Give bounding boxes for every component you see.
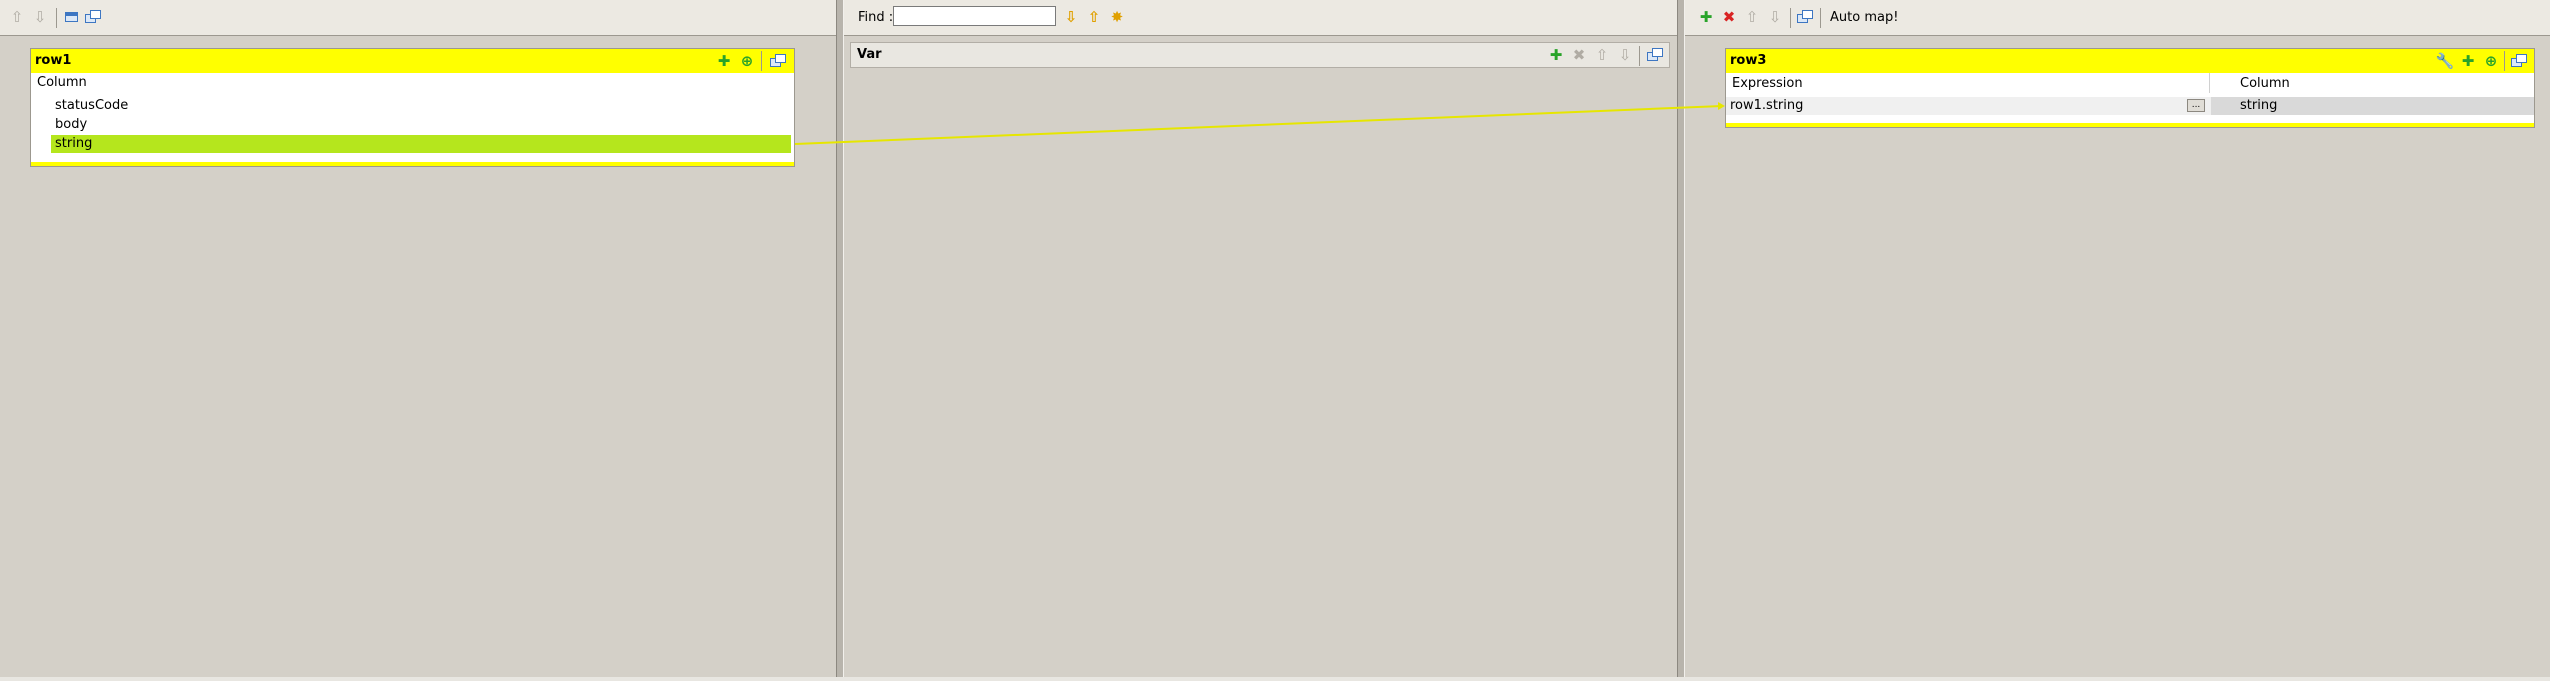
- var-title: Var: [857, 47, 882, 62]
- filter-add-icon[interactable]: ⊕: [738, 52, 756, 70]
- var-table: Var ✚ ✖ ⇧ ⇩: [850, 42, 1670, 68]
- input-panel: ⇧ ⇩ row1 ✚ ⊕ Column statusCode body stri…: [0, 0, 836, 677]
- highlight-all-icon[interactable]: ✸: [1108, 8, 1126, 26]
- window-icon[interactable]: [1646, 46, 1664, 64]
- move-up-icon[interactable]: ⇧: [1593, 46, 1611, 64]
- table-row[interactable]: row1.string ... string: [1726, 97, 2534, 115]
- window-icon[interactable]: [84, 8, 102, 26]
- settings-wrench-icon[interactable]: 🔧: [2436, 52, 2455, 70]
- move-up-icon[interactable]: ⇧: [1743, 8, 1761, 26]
- add-output-icon[interactable]: ✚: [1697, 8, 1715, 26]
- find-previous-icon[interactable]: ⇧: [1085, 8, 1103, 26]
- output-table-title[interactable]: row3 🔧 ✚ ⊕: [1726, 49, 2534, 73]
- bottom-border: [0, 677, 2550, 681]
- input-table-title[interactable]: row1 ✚ ⊕: [31, 49, 794, 73]
- move-down-icon[interactable]: ⇩: [1766, 8, 1784, 26]
- move-up-icon[interactable]: ⇧: [8, 8, 26, 26]
- header-divider: [2209, 73, 2210, 93]
- input-table-name: row1: [35, 53, 72, 68]
- find-next-icon[interactable]: ⇩: [1062, 8, 1080, 26]
- add-column-icon[interactable]: ✚: [2459, 52, 2477, 70]
- column-name: string: [55, 136, 93, 151]
- output-toolbar: ✚ ✖ ⇧ ⇩ Auto map!: [1685, 0, 2550, 36]
- column-value: string: [2240, 98, 2278, 113]
- filter-add-icon[interactable]: ⊕: [2482, 52, 2500, 70]
- splitter-left[interactable]: [836, 0, 844, 677]
- table-row[interactable]: statusCode: [51, 97, 791, 115]
- output-table-name: row3: [1730, 53, 1767, 68]
- find-input[interactable]: [893, 6, 1056, 26]
- column-name: body: [55, 117, 88, 132]
- find-label: Find :: [858, 10, 894, 25]
- toolbar-separator: [1790, 8, 1791, 28]
- expression-builder-button[interactable]: ...: [2187, 99, 2205, 112]
- output-table-header: Expression Column: [1726, 73, 2534, 93]
- add-column-icon[interactable]: ✚: [715, 52, 733, 70]
- column-header: Column: [2240, 76, 2290, 91]
- move-down-icon[interactable]: ⇩: [1616, 46, 1634, 64]
- window-icon[interactable]: [1796, 8, 1814, 26]
- add-variable-icon[interactable]: ✚: [1547, 46, 1565, 64]
- table-row[interactable]: body: [51, 116, 791, 134]
- var-panel: Find : ⇩ ⇧ ✸ Var ✚ ✖ ⇧ ⇩: [844, 0, 1677, 677]
- remove-output-icon[interactable]: ✖: [1720, 8, 1738, 26]
- output-panel: ✚ ✖ ⇧ ⇩ Auto map! row3 🔧 ✚ ⊕ Expression …: [1685, 0, 2550, 677]
- expression-header: Expression: [1732, 76, 1803, 91]
- toolbar-separator: [56, 8, 57, 28]
- table-footer: [1726, 123, 2534, 127]
- input-toolbar: ⇧ ⇩: [0, 0, 836, 36]
- table-footer: [31, 162, 794, 166]
- title-separator: [2504, 51, 2505, 71]
- column-name: statusCode: [55, 98, 129, 113]
- column-header: Column: [37, 75, 87, 90]
- find-toolbar: Find : ⇩ ⇧ ✸: [844, 0, 1677, 36]
- column-cell[interactable]: string: [2211, 97, 2534, 115]
- window-icon[interactable]: [769, 52, 787, 70]
- window-icon[interactable]: [2510, 52, 2528, 70]
- auto-map-button[interactable]: Auto map!: [1830, 10, 1898, 25]
- toolbar-separator: [1639, 46, 1640, 66]
- splitter-right[interactable]: [1677, 0, 1685, 677]
- input-table-row1: row1 ✚ ⊕ Column statusCode body string: [30, 48, 795, 167]
- title-separator: [761, 51, 762, 71]
- toolbar-separator: [1820, 8, 1821, 28]
- remove-variable-icon[interactable]: ✖: [1570, 46, 1588, 64]
- table-row-selected[interactable]: string: [51, 135, 791, 153]
- expression-value[interactable]: row1.string: [1730, 97, 1803, 115]
- move-down-icon[interactable]: ⇩: [31, 8, 49, 26]
- minimize-icon[interactable]: [62, 8, 80, 26]
- output-table-row3: row3 🔧 ✚ ⊕ Expression Column row1.string…: [1725, 48, 2535, 128]
